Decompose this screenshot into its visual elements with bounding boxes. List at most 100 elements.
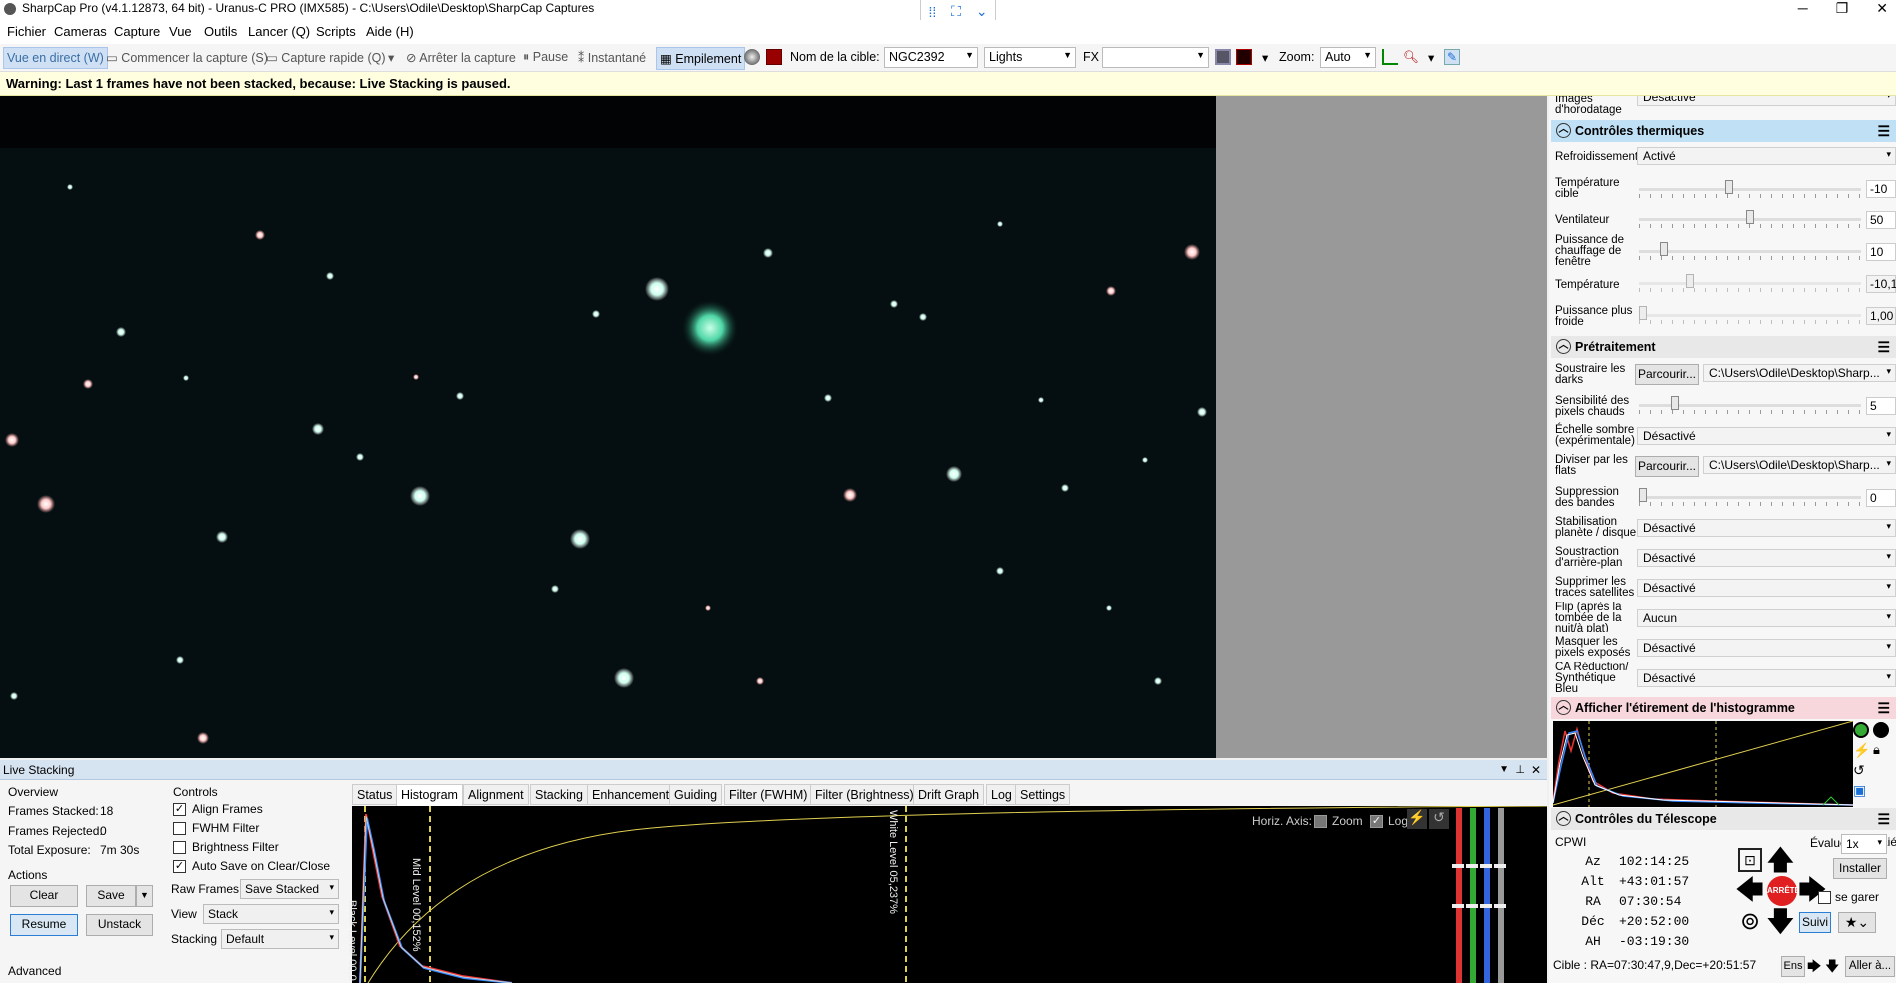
fan-slider[interactable] [1639,210,1861,230]
mask-select[interactable]: Désactivé ▾ [1637,639,1896,657]
red-filter-icon[interactable] [766,49,782,65]
fx-select[interactable]: ▼ [1102,47,1209,68]
tab-log[interactable]: Log [986,784,1017,805]
menu-vue[interactable]: Vue [169,24,192,39]
overlay-icon[interactable] [1215,49,1231,65]
grid-icon[interactable]: ⁞⁞ [928,4,936,20]
zoom-select[interactable]: Auto ▼ [1320,47,1376,68]
log-checkbox[interactable]: ✓ [1370,815,1383,828]
start-capture-button[interactable]: ▭ Commencer la capture (S) [106,50,268,65]
tab-guiding[interactable]: Guiding [669,784,723,805]
target-temp-slider[interactable] [1639,180,1861,200]
flip-select[interactable]: Aucun ▾ [1637,609,1896,627]
sphere-icon[interactable] [744,49,760,65]
blue-channel-slider[interactable] [1484,808,1490,983]
slew-mode-icon[interactable]: ⊡ [1738,848,1762,872]
tab-drift-graph[interactable]: Drift Graph [913,784,985,805]
menu-icon[interactable]: ☰ [1877,336,1890,358]
slider-thumb[interactable] [1639,488,1647,502]
menu-capture[interactable]: Capture [114,24,160,39]
slider-thumb[interactable] [1746,210,1754,224]
unstack-button[interactable]: Unstack [86,914,153,936]
target-name-field[interactable]: NGC2392 ▼ [884,47,978,68]
track-button[interactable]: Suivi [1799,912,1831,933]
dropdown-arrow-icon[interactable]: ▼ [1499,760,1509,780]
install-button[interactable]: Installer [1833,858,1887,879]
telescope-section-header[interactable]: ︿ Contrôles du Télescope ☰ [1551,808,1896,830]
resume-button[interactable]: Resume [10,914,78,936]
cooling-select[interactable]: Activé ▾ [1637,147,1896,165]
slider-thumb[interactable] [1725,180,1733,194]
satellite-select[interactable]: Désactivé ▾ [1637,579,1896,597]
dropdown-arrow-icon[interactable]: ▾ [1262,50,1268,65]
level-sliders[interactable] [1452,808,1508,983]
browse-flats-button[interactable]: Parcourir... [1635,456,1699,477]
fullscreen-icon[interactable]: ⛶ [951,3,961,20]
image-viewer[interactable] [0,96,1547,758]
histogram-stretch-header[interactable]: ︿ Afficher l'étirement de l'histogramme ☰ [1551,697,1896,719]
stacking-mode-select[interactable]: Default ▾ [221,929,339,949]
menu-icon[interactable]: ☰ [1877,697,1890,719]
fwhm-filter-checkbox[interactable] [173,822,186,835]
dropdown-arrow-icon[interactable]: ▾ [1428,50,1434,65]
collapse-icon[interactable]: ︿ [1556,339,1571,354]
zoom-checkbox[interactable] [1314,815,1327,828]
brightness-filter-checkbox[interactable] [173,841,186,854]
fan-input[interactable]: 50 [1866,211,1896,229]
menu-fichier[interactable]: Fichier [7,24,46,39]
arrow-right-icon[interactable]: 🡆 [1807,956,1821,980]
tab-settings[interactable]: Settings [1015,784,1071,805]
reset-icon[interactable]: ↺ [1429,809,1449,829]
darks-path-select[interactable]: C:\Users\Odile\Desktop\Sharp... ▾ [1703,364,1896,382]
collapse-icon[interactable]: ︿ [1556,811,1571,826]
tab-filter-brightness[interactable]: Filter (Brightness) [810,784,919,805]
clear-button[interactable]: Clear [10,885,78,907]
browse-darks-button[interactable]: Parcourir... [1635,364,1699,385]
live-view-button[interactable]: Vue en direct (W) [3,47,108,69]
close-icon[interactable]: ✕ [1531,760,1541,780]
lightning-icon[interactable]: ⚡ [1407,809,1427,829]
menu-cameras[interactable]: Cameras [54,24,107,39]
tab-filter-fwhm[interactable]: Filter (FWHM) [724,784,813,805]
save-icon[interactable]: ▣ [1853,782,1866,799]
menu-scripts[interactable]: Scripts [316,24,356,39]
cross-overlay-icon[interactable] [1236,49,1252,65]
arrow-up-button[interactable]: 🡅 [1766,846,1795,874]
view-select[interactable]: Stack ▾ [203,904,339,924]
lightning-icon[interactable]: ⚡ [1853,742,1870,759]
tab-alignment[interactable]: Alignment [463,784,529,805]
save-button[interactable]: Save [86,885,136,907]
dark-scale-select[interactable]: Désactivé ▾ [1637,427,1896,445]
save-options-button[interactable]: ▼ [136,885,153,907]
hot-pixel-slider[interactable] [1639,396,1861,416]
goto-button[interactable]: Aller à... [1845,956,1895,977]
tab-enhancement[interactable]: Enhancement [587,784,675,805]
align-frames-checkbox[interactable]: ✓ [173,803,186,816]
snapshot-button[interactable]: ⁑ Instantané [578,50,646,65]
reset-icon[interactable]: ↺ [1853,762,1865,779]
stop-button[interactable]: ARRÊTE [1767,876,1800,906]
target-temp-input[interactable]: -10 [1866,180,1896,198]
ens-button[interactable]: Ens [1781,956,1805,977]
dropdown-arrow-icon[interactable]: ▾ [388,50,394,65]
close-button[interactable]: ✕ [1876,0,1888,17]
auto-save-checkbox[interactable]: ✓ [173,860,186,873]
menu-icon[interactable]: ☰ [1877,808,1890,830]
thermal-section-header[interactable]: ︿ Contrôles thermiques ☰ [1551,120,1896,142]
tools-icon[interactable]: ✎ [1444,49,1460,65]
banding-input[interactable]: 0 [1866,489,1896,507]
magnifier-icon[interactable]: 🔍︎ [1403,50,1419,65]
auto-stretch-icon[interactable] [1853,722,1869,738]
target-icon[interactable]: ⊚ [1737,910,1763,936]
restore-button[interactable]: ❐ [1836,0,1849,17]
arrow-down-icon[interactable]: 🡇 [1825,956,1839,980]
stacking-button[interactable]: ▦ Empilement [656,47,746,70]
quick-capture-button[interactable]: ▭ Capture rapide (Q) [266,50,386,65]
banding-slider[interactable] [1639,488,1861,508]
contrast-icon[interactable] [1873,722,1889,738]
histogram-icon[interactable] [1382,49,1398,65]
slider-thumb[interactable] [1671,396,1679,410]
green-channel-slider[interactable] [1470,808,1476,983]
menu-aide[interactable]: Aide (H) [366,24,414,39]
menu-icon[interactable]: ☰ [1877,120,1890,142]
